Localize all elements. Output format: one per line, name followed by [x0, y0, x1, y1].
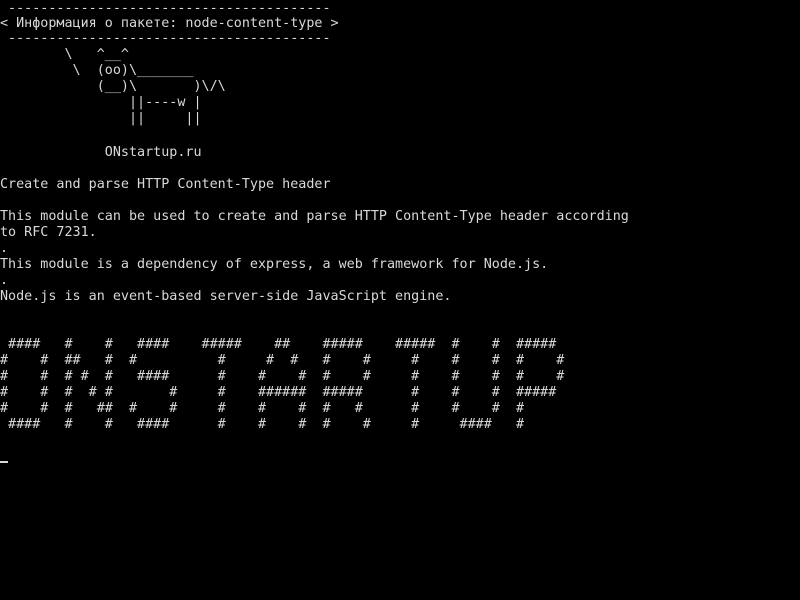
cow-line: ||----w | [0, 95, 202, 110]
cow-line: \ ^__^ [0, 47, 129, 62]
cow-line: (__)\ )\/\ [0, 79, 226, 94]
text-cursor [0, 461, 8, 463]
description-line: This module can be used to create and pa… [0, 209, 629, 224]
banner-line: # # # # # #### # # # # # # # # # # [0, 369, 565, 384]
description-line: Node.js is an event-based server-side Ja… [0, 289, 452, 304]
terminal-screen[interactable]: ----------------------------------------… [0, 0, 800, 600]
banner-line: #### # # #### ##### ## ##### ##### # # #… [0, 337, 557, 352]
cowsay-message: < Информация о пакете: node-content-type… [0, 16, 339, 31]
cowsay-border-top: ---------------------------------------- [0, 1, 331, 16]
banner-line: #### # # #### # # # # # # #### # [0, 417, 525, 432]
description-line: . [0, 241, 9, 256]
banner-line: # # # ## # # # # # # # # # # # [0, 401, 525, 416]
description-line: to RFC 7231. [0, 225, 97, 240]
cow-line: || || [0, 111, 202, 126]
cowsay-border-bottom: ---------------------------------------- [0, 31, 331, 46]
description-line: This module is a dependency of express, … [0, 257, 549, 272]
banner-line: # # # # # # # ###### ##### # # # ##### [0, 385, 557, 400]
description-line: . [0, 273, 9, 288]
cow-line: \ (oo)\_______ [0, 63, 194, 78]
package-summary: Create and parse HTTP Content-Type heade… [0, 177, 331, 192]
banner-line: # # ## # # # # # # # # # # # # [0, 353, 565, 368]
site-name: ONstartup.ru [0, 145, 202, 160]
